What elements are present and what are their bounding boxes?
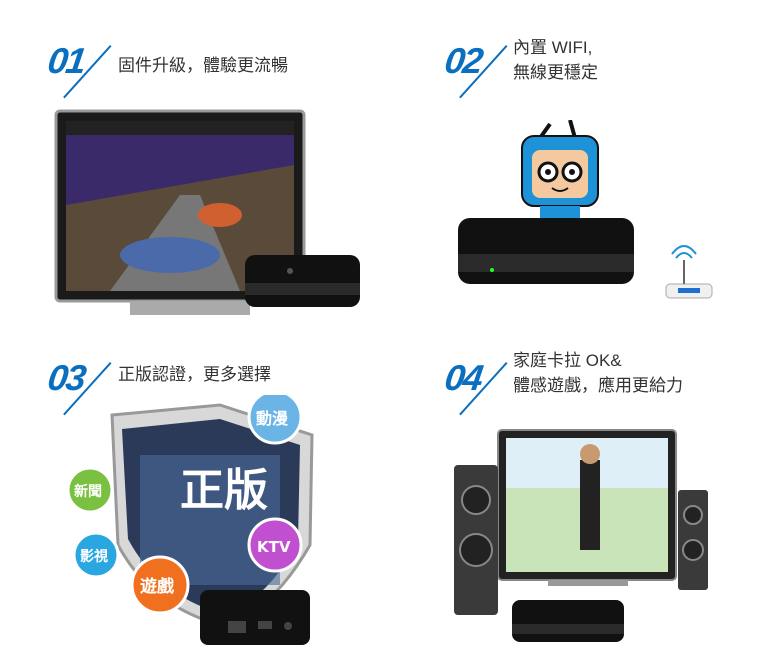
- mascot-icon: [521, 120, 599, 220]
- feature-page: { "features": [ {"number": "01", "lines"…: [0, 0, 760, 671]
- tv-with-box-image: [54, 109, 360, 315]
- feature-caption: 正版認證，更多選擇: [118, 365, 271, 384]
- karaoke-setup-image: [454, 429, 708, 642]
- badge-games: 遊戲: [130, 555, 190, 615]
- set-top-box-icon: [245, 255, 360, 307]
- svg-text:KTV: KTV: [257, 538, 291, 556]
- box-with-mascot-image: [458, 120, 713, 299]
- svg-text:影視: 影視: [80, 548, 108, 565]
- svg-text:新聞: 新聞: [74, 483, 102, 500]
- tv-icon: [497, 429, 677, 586]
- set-top-box-icon: [200, 590, 310, 645]
- set-top-box-icon: [512, 600, 624, 642]
- badge-anime: 動漫: [247, 395, 303, 445]
- router-icon: [665, 245, 713, 299]
- feature-caption: 固件升級，體驗更流暢: [118, 56, 288, 75]
- svg-text:動漫: 動漫: [256, 409, 288, 428]
- badge-ktv: KTV: [247, 517, 303, 573]
- badge-news: 新聞: [66, 466, 114, 514]
- badge-film: 影視: [72, 531, 120, 579]
- feature-caption-line-2: 無線更穩定: [513, 63, 598, 82]
- licensed-content-image: 正版 動漫 新聞 KTV 影視 遊戲: [66, 395, 314, 645]
- seal-text-main: 正版: [180, 465, 268, 516]
- feature-caption-line-1: 內置 WIFI,: [513, 38, 593, 57]
- set-top-box-icon: [458, 218, 634, 284]
- feature-caption-line-2: 體感遊戲，應用更給力: [513, 376, 683, 395]
- svg-text:遊戲: 遊戲: [140, 576, 175, 597]
- feature-caption-line-1: 家庭卡拉 OK&: [513, 351, 622, 370]
